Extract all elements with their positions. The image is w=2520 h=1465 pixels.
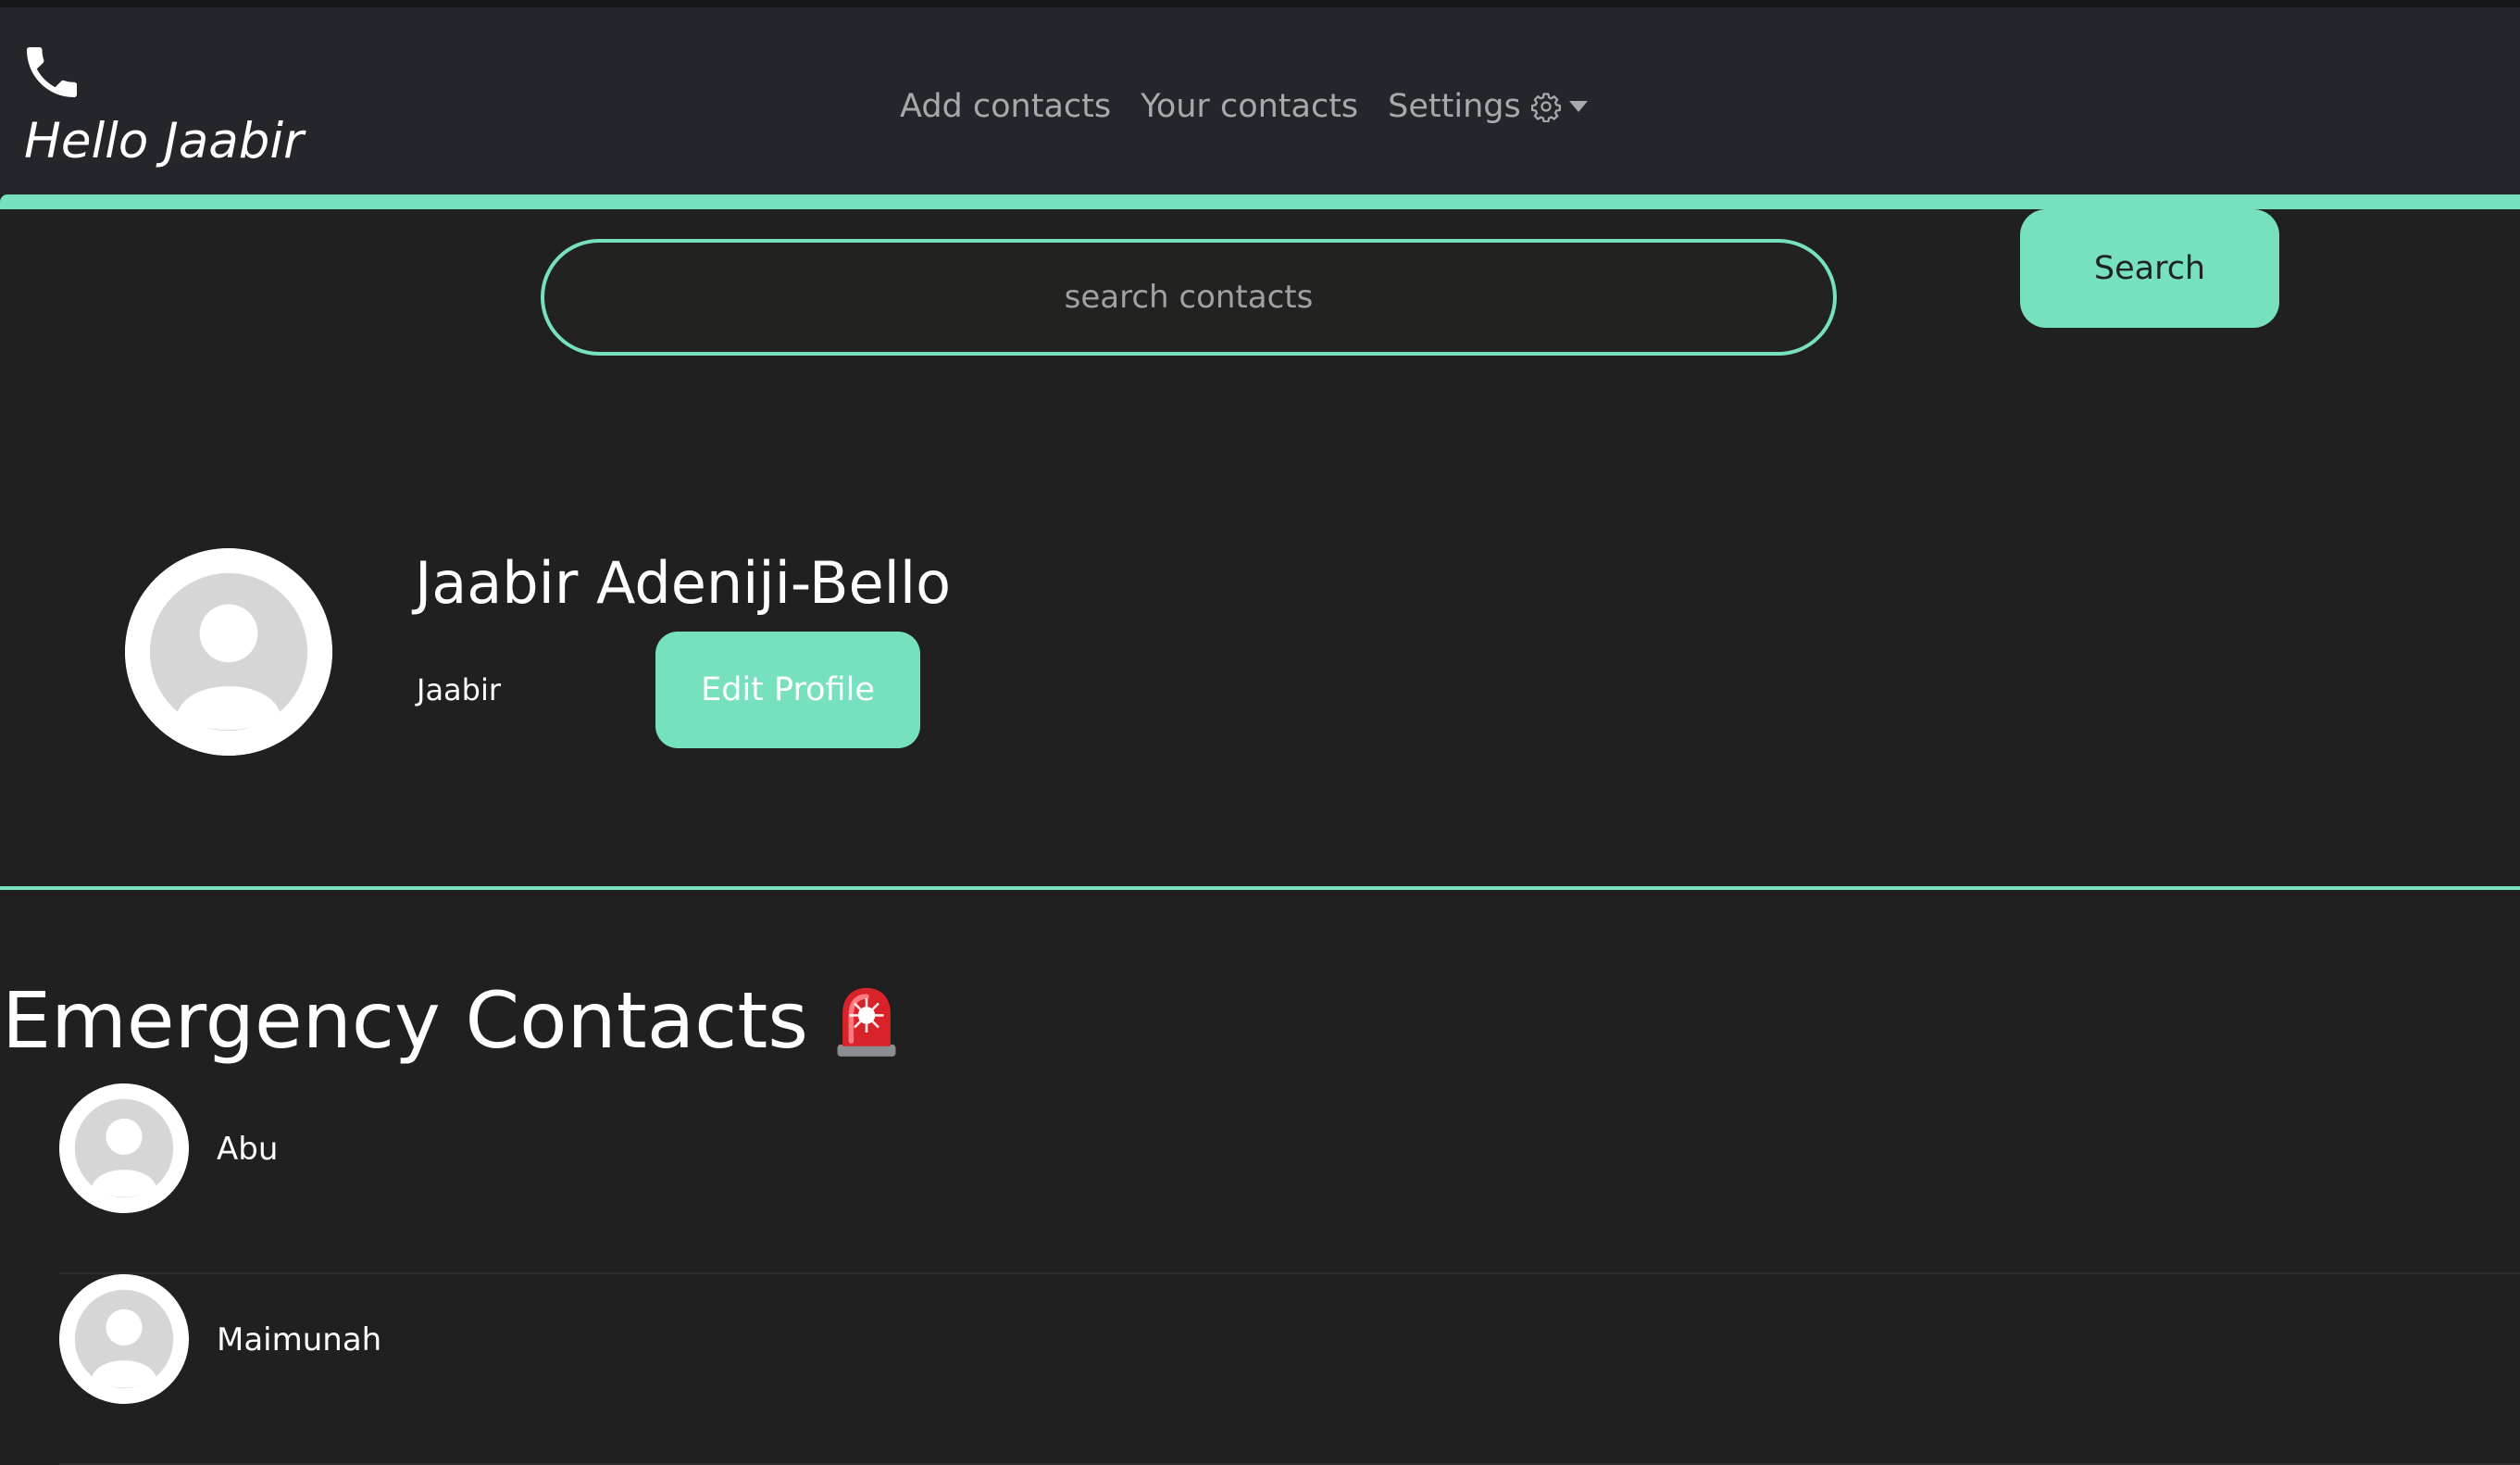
siren-icon [837,987,896,1057]
section-divider [0,886,2520,890]
nav-menu: Add contacts Your contacts Settings [900,80,1588,133]
settings-label: Settings [1388,88,1521,125]
user-avatar-icon [59,1274,189,1404]
search-button[interactable]: Search [2020,209,2279,328]
user-avatar-icon [59,1083,189,1213]
navbar-accent-bar [0,194,2520,209]
contact-name: Maimunah [217,1321,382,1359]
window-top-strip [0,0,2520,7]
gear-icon [1530,93,1561,122]
navbar: Hello Jaabir Add contacts Your contacts … [0,7,2520,194]
emergency-contact-row[interactable]: Maimunah [59,1274,2520,1465]
profile-full-name: Jaabir Adeniji-Bello [415,549,952,617]
phone-icon[interactable] [19,39,85,106]
profile-avatar[interactable] [125,548,332,756]
search-input[interactable] [541,239,1837,356]
emergency-contacts-title: Emergency Contacts [2,975,809,1066]
contact-name: Abu [217,1131,279,1168]
settings-dropdown[interactable]: Settings [1388,80,1588,133]
profile-username: Jaabir [417,672,502,707]
edit-profile-button[interactable]: Edit Profile [655,632,920,748]
chevron-down-icon [1568,101,1588,112]
nav-link-your-contacts[interactable]: Your contacts [1141,80,1358,133]
emergency-contact-row[interactable]: Abu [59,1083,2520,1274]
greeting-text[interactable]: Hello Jaabir [24,111,304,172]
contact-avatar [59,1274,189,1404]
contact-avatar [59,1083,189,1213]
user-avatar-icon [125,548,332,756]
nav-link-add-contacts[interactable]: Add contacts [900,80,1111,133]
emergency-contacts-heading: Emergency Contacts [2,972,901,1069]
